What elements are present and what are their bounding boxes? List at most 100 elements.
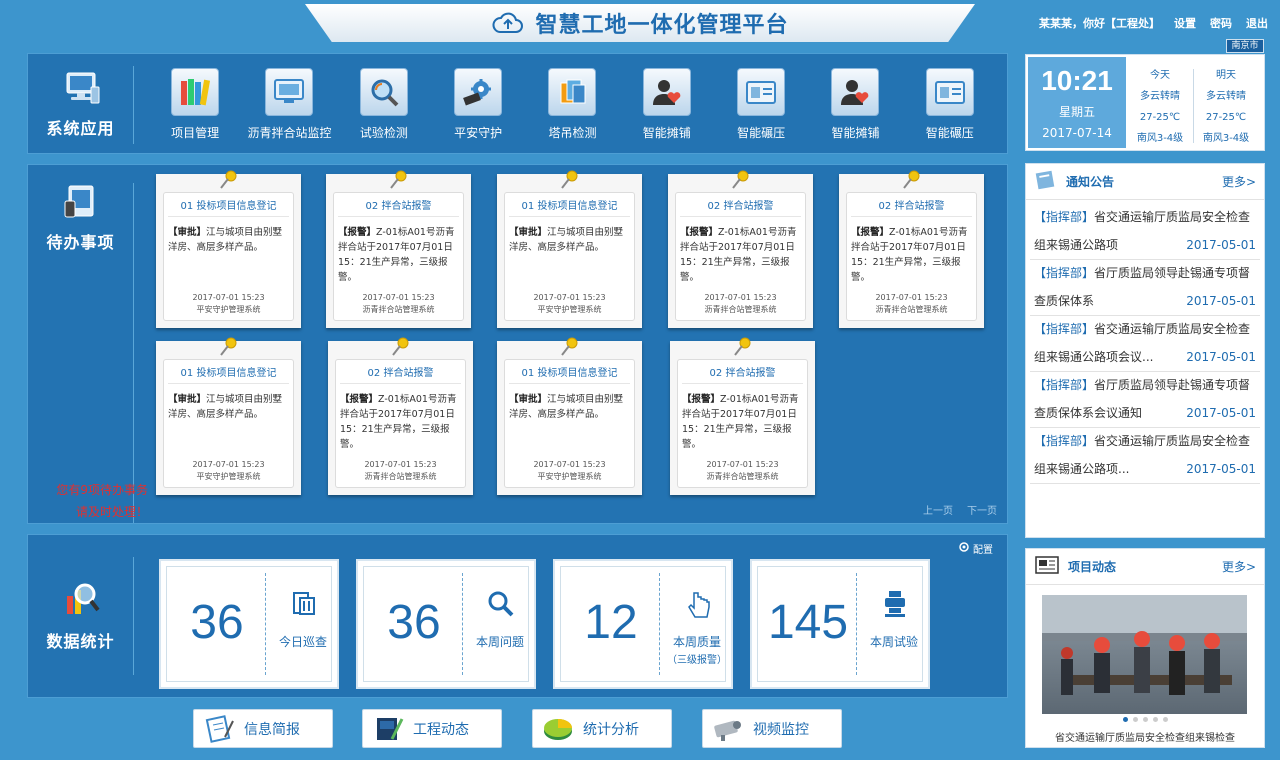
todo-card[interactable]: 02 拌合站报警 【报警】Z-01标A01号沥青拌合站于2017年07月01日 1… — [839, 170, 984, 328]
gear-icon — [454, 68, 503, 116]
todo-card-body: 01 投标项目信息登记 【审批】江与城项目由别墅洋房、高层多样产品。 2017-07… — [163, 192, 294, 321]
todo-card[interactable]: 01 投标项目信息登记 【审批】江与城项目由别墅洋房、高层多样产品。 2017-07… — [156, 170, 301, 328]
todo-card-body: 01 投标项目信息登记 【审批】江与城项目由别墅洋房、高层多样产品。 2017-07… — [163, 359, 294, 488]
stat-card-today-patrol[interactable]: 36 今日巡查 — [159, 559, 339, 689]
stat-card-week-tests[interactable]: 145 本周试验 — [750, 559, 930, 689]
notice-item[interactable]: 【指挥部】省交通运输厅质监局安全检查 组来锡通公路项会议... 2017-05-01 — [1030, 316, 1260, 372]
stat-divider — [265, 573, 266, 675]
notice-text-cont: 查质保体系 — [1034, 293, 1095, 308]
gear-icon — [958, 541, 970, 556]
app-label: 智能摊铺 — [831, 126, 880, 140]
todo-card[interactable]: 01 投标项目信息登记 【审批】江与城项目由别墅洋房、高层多样产品。 2017-07… — [156, 337, 301, 495]
todo-card-time: 2017-07-01 15:23 — [364, 460, 437, 469]
project-news-more-link[interactable]: 更多> — [1222, 558, 1256, 575]
app-smart-rolling[interactable]: 智能碾压 — [714, 68, 808, 141]
carousel-dots — [1026, 717, 1264, 722]
app-smart-paving[interactable]: 智能摊铺 — [620, 68, 714, 141]
carousel-dot[interactable] — [1122, 717, 1128, 722]
todo-card-body: 02 拌合站报警 【报警】Z-01标A01号沥青拌合站于2017年07月01日 1… — [675, 192, 806, 321]
notice-line2: 组来锡通公路项会议... 2017-05-01 — [1034, 344, 1256, 372]
video-monitor-button[interactable]: 视频监控 — [702, 709, 842, 748]
top-bar: 智慧工地一体化管理平台 某某某，你好【工程处】 设置 密码 退出 — [0, 0, 1280, 44]
briefing-button[interactable]: 信息简报 — [193, 709, 333, 748]
tomorrow-wind: 南风3-4级 — [1202, 133, 1250, 144]
todo-card-source: 平安守护管理系统 — [537, 472, 602, 481]
todo-card[interactable]: 01 投标项目信息登记 【审批】江与城项目由别墅洋房、高层多样产品。 2017-07… — [497, 337, 642, 495]
carousel-dot[interactable] — [1142, 717, 1148, 722]
app-label: 塔吊检测 — [548, 126, 597, 140]
user-heart-icon — [642, 68, 691, 116]
app-list: 项目管理 沥青拌合站监控 试验检测 平安守护 塔吊检测 智能摊铺 智能碾压 智能… — [148, 68, 997, 141]
notice-item[interactable]: 【指挥部】省厅质监局领导赴锡通专项督查质保体系 2017-05-01 — [1030, 260, 1260, 316]
carousel-dot[interactable] — [1162, 717, 1168, 722]
app-tower-crane[interactable]: 塔吊检测 — [525, 68, 619, 141]
notice-tag: 【指挥部】 — [1034, 266, 1095, 280]
documents-icon — [548, 68, 597, 116]
notice-header: 通知公告 更多> — [1026, 164, 1264, 200]
todo-card[interactable]: 01 投标项目信息登记 【审批】江与城项目由别墅洋房、高层多样产品。 2017-07… — [497, 170, 642, 328]
stat-value: 145 — [767, 596, 849, 649]
app-label: 智能碾压 — [737, 126, 786, 140]
user-bar: 某某某，你好【工程处】 设置 密码 退出 — [1039, 15, 1268, 31]
notice-line2: 查质保体系会议通知 2017-05-01 — [1034, 400, 1256, 428]
todo-card-title: 02 拌合站报警 — [680, 197, 801, 217]
todo-card[interactable]: 02 拌合站报警 【报警】Z-01标A01号沥青拌合站于2017年07月01日 1… — [668, 170, 813, 328]
app-asphalt-plant-monitor[interactable]: 沥青拌合站监控 — [242, 68, 336, 141]
user-heart-icon — [831, 68, 880, 116]
notice-more-link[interactable]: 更多> — [1222, 173, 1256, 190]
config-button[interactable]: 配置 — [958, 541, 993, 556]
app-smart-paving-2[interactable]: 智能摊铺 — [808, 68, 902, 141]
todo-card-body: 01 投标项目信息登记 【审批】江与城项目由别墅洋房、高层多样产品。 2017-07… — [504, 359, 635, 488]
next-page-link[interactable]: 下一页 — [967, 502, 997, 517]
statistics-button[interactable]: 统计分析 — [532, 709, 672, 748]
todo-card-title: 02 拌合站报警 — [851, 197, 972, 217]
todo-card-tag: 【审批】 — [168, 227, 207, 238]
magnifier-chart-icon — [61, 580, 101, 622]
todo-card-source: 沥青拌合站管理系统 — [364, 472, 437, 481]
app-label: 平安守护 — [454, 126, 503, 140]
app-testing[interactable]: 试验检测 — [337, 68, 431, 141]
notice-item[interactable]: 【指挥部】省交通运输厅质监局安全检查 组来锡通公路项 2017-05-01 — [1030, 204, 1260, 260]
date: 2017-07-14 — [1042, 126, 1112, 140]
tomorrow-temp: 27-25℃ — [1205, 112, 1247, 123]
project-news-label: 工程动态 — [413, 721, 469, 738]
notice-tag: 【指挥部】 — [1034, 434, 1095, 448]
app-label: 沥青拌合站监控 — [247, 126, 332, 140]
password-link[interactable]: 密码 — [1210, 15, 1232, 31]
clock-box: 10:21 星期五 2017-07-14 — [1028, 57, 1126, 148]
tomorrow-label: 明天 — [1216, 70, 1236, 81]
todo-card-title: 02 拌合站报警 — [338, 197, 459, 217]
notice-tag: 【指挥部】 — [1034, 378, 1095, 392]
todo-card-title: 01 投标项目信息登记 — [509, 197, 630, 217]
stat-value: 36 — [190, 596, 244, 649]
carousel-dot[interactable] — [1132, 717, 1138, 722]
clock-time: 10:21 — [1041, 65, 1113, 96]
todo-card-tag: 【审批】 — [168, 394, 207, 405]
prev-page-link[interactable]: 上一页 — [923, 502, 953, 517]
app-smart-rolling-2[interactable]: 智能碾压 — [903, 68, 997, 141]
app-project-management[interactable]: 项目管理 — [148, 68, 242, 141]
project-news-photo[interactable] — [1042, 595, 1247, 714]
logout-link[interactable]: 退出 — [1246, 15, 1268, 31]
todo-card-tag: 【审批】 — [509, 394, 548, 405]
todo-card[interactable]: 02 拌合站报警 【报警】Z-01标A01号沥青拌合站于2017年07月01日 1… — [670, 337, 815, 495]
notice-line1: 【指挥部】省交通运输厅质监局安全检查 — [1034, 428, 1256, 456]
settings-link[interactable]: 设置 — [1174, 15, 1196, 31]
app-safety-guard[interactable]: 平安守护 — [431, 68, 525, 141]
todo-card[interactable]: 02 拌合站报警 【报警】Z-01标A01号沥青拌合站于2017年07月01日 1… — [328, 337, 473, 495]
todo-card-tag: 【报警】 — [340, 394, 379, 405]
todo-card[interactable]: 02 拌合站报警 【报警】Z-01标A01号沥青拌合站于2017年07月01日 1… — [326, 170, 471, 328]
notice-text: 省厅质监局领导赴锡通专项督 — [1094, 266, 1251, 280]
project-news-button[interactable]: 工程动态 — [362, 709, 502, 748]
notice-date: 2017-05-01 — [1186, 293, 1256, 308]
notice-item[interactable]: 【指挥部】省厅质监局领导赴锡通专项督 查质保体系会议通知 2017-05-01 — [1030, 372, 1260, 428]
stat-card-week-quality[interactable]: 12 本周质量 （三级报警） — [553, 559, 733, 689]
notice-text-cont: 组来锡通公路项... — [1034, 461, 1130, 476]
stat-card-week-issues[interactable]: 36 本周问题 — [356, 559, 536, 689]
notice-line1: 【指挥部】省交通运输厅质监局安全检查 — [1034, 316, 1256, 344]
weather-widget: 10:21 星期五 2017-07-14 今天 多云转晴 27-25℃ 南风3-… — [1025, 54, 1265, 151]
notice-item[interactable]: 【指挥部】省交通运输厅质监局安全检查 组来锡通公路项... 2017-05-01 — [1030, 428, 1260, 484]
carousel-dot[interactable] — [1152, 717, 1158, 722]
todo-card-text: 【报警】Z-01标A01号沥青拌合站于2017年07月01日 15：21生产异常… — [682, 392, 803, 452]
city-selector[interactable]: 南京市 — [1226, 39, 1264, 53]
